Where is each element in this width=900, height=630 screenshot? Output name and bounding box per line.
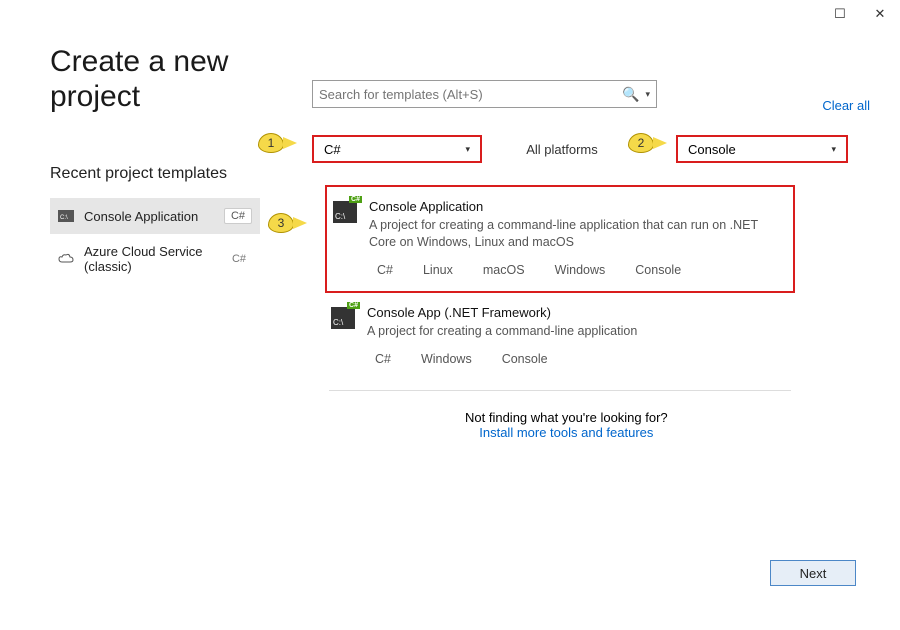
console-icon: C:\ C# — [333, 201, 357, 223]
template-tags: C# Windows Console — [367, 350, 787, 368]
language-dropdown[interactable]: C# ▾ — [312, 135, 482, 163]
template-item[interactable]: C:\ C# Console App (.NET Framework) A pr… — [325, 293, 795, 380]
page-title: Create a new project — [50, 45, 228, 114]
tag: Windows — [547, 261, 614, 279]
install-tools-link[interactable]: Install more tools and features — [465, 425, 668, 440]
platform-dropdown[interactable]: All platforms — [482, 142, 642, 157]
console-icon: C:\ — [58, 209, 74, 223]
maximize-button[interactable]: ☐ — [820, 0, 860, 28]
recent-templates-list: C:\ Console Application C# Azure Cloud S… — [50, 198, 260, 284]
template-description: A project for creating a command-line ap… — [369, 217, 785, 251]
not-finding-text: Not finding what you're looking for? — [465, 410, 668, 425]
not-finding-block: Not finding what you're looking for? Ins… — [465, 410, 668, 440]
tag: Console — [494, 350, 556, 368]
filter-row: C# ▾ All platforms Console ▾ — [312, 135, 848, 163]
chevron-down-icon: ▾ — [465, 144, 470, 155]
svg-text:C:\: C:\ — [60, 215, 68, 221]
recent-item-label: Console Application — [84, 209, 218, 224]
recent-item[interactable]: C:\ Console Application C# — [50, 198, 260, 234]
tag: Console — [627, 261, 689, 279]
project-type-dropdown[interactable]: Console ▾ — [676, 135, 848, 163]
recent-item[interactable]: Azure Cloud Service (classic) C# — [50, 234, 260, 284]
close-button[interactable]: ✕ — [860, 0, 900, 28]
templates-list: C:\ C# Console Application A project for… — [325, 185, 795, 391]
template-body: Console Application A project for creati… — [369, 199, 785, 279]
next-button[interactable]: Next — [770, 560, 856, 586]
search-input-container[interactable]: 🔍 ▾ — [312, 80, 657, 108]
language-chip: C# — [224, 208, 252, 224]
tag: C# — [367, 350, 399, 368]
dropdown-value: C# — [324, 142, 341, 157]
template-description: A project for creating a command-line ap… — [367, 323, 787, 340]
dropdown-value: Console — [688, 142, 736, 157]
tag: Linux — [415, 261, 461, 279]
search-input[interactable] — [319, 87, 620, 102]
template-item[interactable]: C:\ C# Console Application A project for… — [325, 185, 795, 293]
search-dropdown-arrow[interactable]: ▾ — [641, 89, 650, 100]
divider — [329, 390, 791, 391]
csharp-badge-icon: C# — [347, 302, 360, 309]
tag: Windows — [413, 350, 480, 368]
window-controls: ☐ ✕ — [820, 0, 900, 28]
language-chip: C# — [226, 252, 252, 266]
search-icon[interactable]: 🔍 — [620, 86, 641, 103]
annotation-callout: 3 — [268, 213, 294, 233]
template-title: Console App (.NET Framework) — [367, 305, 787, 320]
tag: C# — [369, 261, 401, 279]
tag: macOS — [475, 261, 533, 279]
recent-item-label: Azure Cloud Service (classic) — [84, 244, 220, 274]
annotation-callout: 1 — [258, 133, 284, 153]
template-body: Console App (.NET Framework) A project f… — [367, 305, 787, 368]
console-icon: C:\ C# — [331, 307, 355, 329]
cloud-icon — [58, 252, 74, 266]
template-title: Console Application — [369, 199, 785, 214]
template-tags: C# Linux macOS Windows Console — [369, 261, 785, 279]
chevron-down-icon: ▾ — [831, 144, 836, 155]
csharp-badge-icon: C# — [349, 196, 362, 203]
clear-all-link[interactable]: Clear all — [822, 98, 870, 113]
recent-templates-heading: Recent project templates — [50, 165, 227, 183]
